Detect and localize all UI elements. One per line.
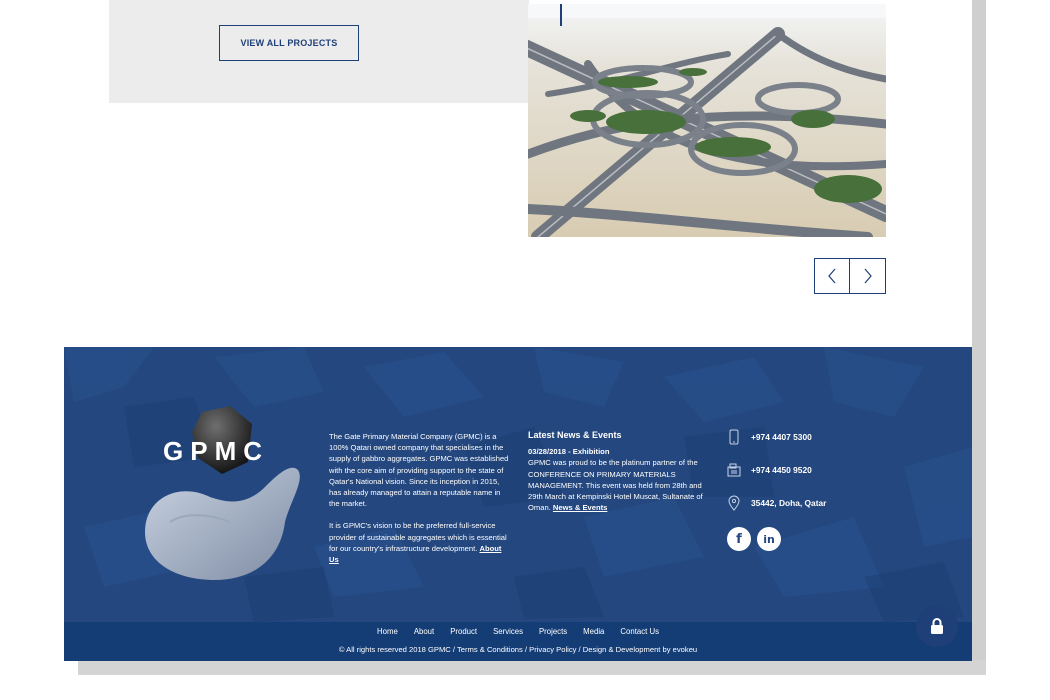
footer-menu-contact-us[interactable]: Contact Us — [620, 627, 659, 636]
contact-fax[interactable]: +974 4450 9520 — [726, 461, 906, 479]
about-paragraph-1: The Gate Primary Material Company (GPMC)… — [329, 432, 509, 509]
address-text: 35442, Doha, Qatar — [751, 498, 827, 508]
news-body: GPMC was proud to be the platinum partne… — [528, 457, 713, 513]
page-shadow-right — [972, 0, 986, 675]
footer-menu-media[interactable]: Media — [583, 627, 604, 636]
contact-address: 35442, Doha, Qatar — [726, 494, 906, 512]
news-section: Latest News & Events 03/28/2018 - Exhibi… — [528, 430, 713, 513]
copyright-text: © All rights reserved 2018 GPMC / Terms … — [338, 645, 698, 654]
footer-menu-projects[interactable]: Projects — [539, 627, 567, 636]
fax-number: +974 4450 9520 — [751, 465, 812, 475]
contact-section: +974 4407 5300 +974 4450 9520 35442, Doh… — [726, 428, 906, 551]
project-carousel-nav — [814, 258, 886, 294]
site-footer: GPMC The Gate Primary Material Company (… — [64, 347, 972, 661]
logo-text: GPMC — [163, 436, 269, 466]
view-all-projects-button[interactable]: VIEW ALL PROJECTS — [219, 25, 359, 61]
chevron-right-icon — [864, 268, 872, 284]
lock-icon — [931, 618, 943, 634]
news-events-link[interactable]: News & Events — [553, 503, 607, 512]
page: VIEW ALL PROJECTS GPMC The Gate Primary … — [64, 0, 972, 661]
hand-holding-rock-icon — [145, 406, 300, 580]
footer-menu-services[interactable]: Services — [493, 627, 523, 636]
location-pin-icon — [726, 494, 742, 512]
footer-menu: Home About Product Services Projects Med… — [64, 627, 972, 636]
footer-menu-home[interactable]: Home — [377, 627, 398, 636]
linkedin-icon[interactable]: in — [757, 527, 781, 551]
footer-menu-about[interactable]: About — [414, 627, 434, 636]
project-image-highway-interchange — [528, 4, 886, 237]
gpmc-logo[interactable] — [140, 402, 310, 587]
news-title: Latest News & Events — [528, 430, 622, 440]
news-date: 03/28/2018 - Exhibition — [528, 447, 610, 457]
chevron-left-icon — [828, 268, 836, 284]
next-project-button[interactable] — [850, 258, 886, 294]
facebook-icon[interactable]: f — [727, 527, 751, 551]
lock-button[interactable] — [916, 605, 958, 647]
fax-icon — [726, 461, 742, 479]
page-shadow-bottom — [78, 660, 986, 675]
about-paragraph-2: It is GPMC's vision to be the preferred … — [329, 520, 511, 565]
previous-project-button[interactable] — [814, 258, 850, 294]
about-section: The Gate Primary Material Company (GPMC)… — [329, 431, 511, 565]
contact-phone[interactable]: +974 4407 5300 — [726, 428, 906, 446]
mobile-phone-icon — [726, 428, 742, 446]
phone-number: +974 4407 5300 — [751, 432, 812, 442]
projects-panel: VIEW ALL PROJECTS — [109, 0, 529, 103]
footer-menu-product[interactable]: Product — [450, 627, 477, 636]
social-links: f in — [727, 527, 906, 551]
